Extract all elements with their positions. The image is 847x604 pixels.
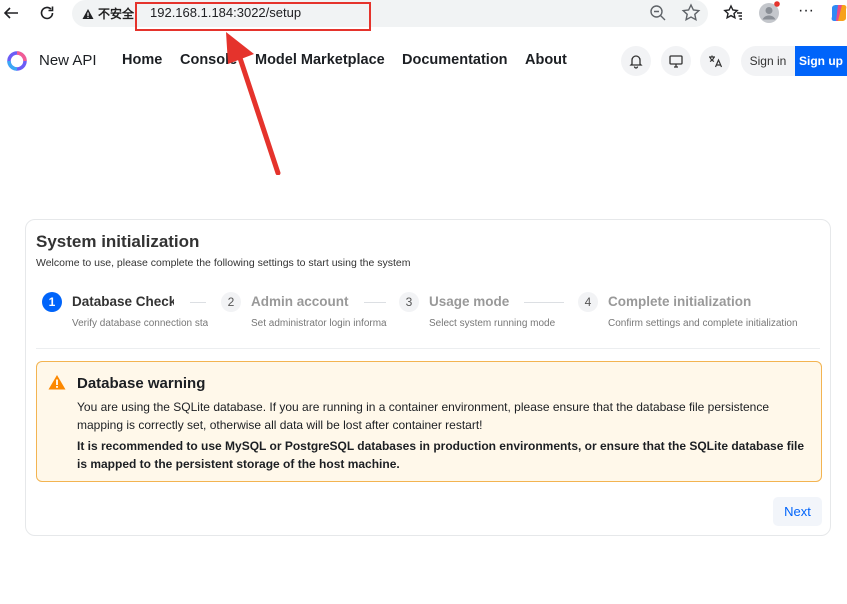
step-number: 1 [42, 292, 62, 312]
browser-toolbar: 不安全 192.168.1.184:3022/setup ··· [0, 0, 847, 27]
warning-title: Database warning [77, 375, 206, 392]
warning-triangle-icon [82, 8, 94, 19]
more-menu-icon[interactable]: ··· [796, 2, 816, 24]
nav-model-marketplace[interactable]: Model Marketplace [255, 52, 385, 68]
database-warning-banner: Database warning You are using the SQLit… [36, 361, 822, 482]
step-description: Select system running mode [429, 318, 556, 329]
new-api-logo-icon[interactable] [6, 50, 28, 72]
zoom-out-icon[interactable] [648, 3, 668, 23]
bell-icon [629, 55, 643, 69]
step-title: Usage mode [429, 294, 510, 309]
step-number: 4 [578, 292, 598, 312]
setup-card: System initialization Welcome to use, pl… [25, 219, 831, 536]
copilot-icon[interactable] [829, 3, 847, 23]
nav-home[interactable]: Home [122, 52, 162, 68]
next-button[interactable]: Next [773, 497, 822, 526]
translate-icon [709, 55, 723, 68]
step-connector [364, 302, 386, 303]
step-description: Confirm settings and complete initializa… [608, 318, 798, 329]
step-number: 2 [221, 292, 241, 312]
page: 不安全 192.168.1.184:3022/setup ··· New API… [0, 0, 847, 604]
language-button[interactable] [700, 46, 730, 76]
step-connector [190, 302, 206, 303]
warning-recommendation: It is recommended to use MySQL or Postgr… [77, 439, 805, 471]
nav-console[interactable]: Console [180, 52, 237, 68]
step-title: Database Check [72, 294, 174, 309]
step-title: Admin account [251, 294, 349, 309]
monitor-icon [669, 55, 683, 68]
nav-about[interactable]: About [525, 52, 567, 68]
insecure-indicator[interactable]: 不安全 [82, 5, 134, 22]
sign-in-button[interactable]: Sign in [741, 46, 795, 76]
step-title: Complete initialization [608, 294, 752, 309]
brand-name[interactable]: New API [39, 52, 97, 69]
divider [36, 348, 820, 349]
page-subtitle: Welcome to use, please complete the foll… [36, 257, 411, 269]
step-description: Verify database connection status [72, 318, 208, 329]
step-number: 3 [399, 292, 419, 312]
nav-documentation[interactable]: Documentation [402, 52, 508, 68]
theme-button[interactable] [661, 46, 691, 76]
page-title: System initialization [36, 232, 200, 251]
back-arrow-icon[interactable] [0, 2, 22, 24]
url-text[interactable]: 192.168.1.184:3022/setup [150, 5, 301, 20]
address-bar[interactable]: 不安全 192.168.1.184:3022/setup [72, 0, 708, 27]
insecure-label: 不安全 [98, 7, 135, 21]
profile-avatar-icon[interactable] [758, 1, 780, 23]
reload-icon[interactable] [36, 2, 58, 24]
sign-up-button[interactable]: Sign up [795, 46, 847, 76]
notifications-button[interactable] [621, 46, 651, 76]
warning-icon [48, 374, 66, 390]
step-connector [524, 302, 564, 303]
app-header: New API Home Console Model Marketplace D… [0, 40, 847, 82]
step-description: Set administrator login information [251, 318, 387, 329]
favorites-icon[interactable] [722, 2, 744, 24]
star-icon[interactable] [680, 2, 702, 24]
warning-text: You are using the SQLite database. If yo… [77, 400, 770, 432]
